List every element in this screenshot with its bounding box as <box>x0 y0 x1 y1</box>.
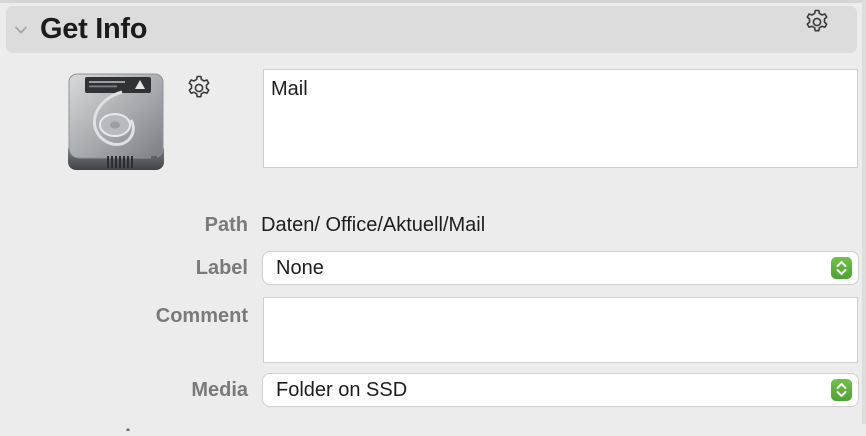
media-popup-value: Folder on SSD <box>276 379 408 401</box>
media-popup[interactable]: Folder on SSD <box>263 374 858 406</box>
comment-field[interactable] <box>263 297 858 363</box>
hard-drive-icon <box>63 68 169 174</box>
row-marker <box>124 418 132 432</box>
path-label: Path <box>204 214 248 236</box>
chevron-up-down-icon[interactable] <box>831 379 852 401</box>
label-label: Label <box>195 257 248 279</box>
label-popup-value: None <box>276 257 324 279</box>
panel-title: Get Info <box>40 13 148 45</box>
gear-icon[interactable] <box>802 7 832 37</box>
media-label: Media <box>191 379 248 401</box>
path-value: Daten/ Office/Aktuell/Mail <box>261 214 486 236</box>
comment-label: Comment <box>155 305 248 327</box>
chevron-up-down-icon[interactable] <box>831 257 852 279</box>
window-top-edge <box>0 0 866 3</box>
name-field[interactable]: Mail <box>263 69 858 168</box>
chevron-down-icon[interactable] <box>13 22 29 38</box>
scrollbar-track[interactable] <box>862 0 866 424</box>
label-popup[interactable]: None <box>263 252 858 284</box>
item-gear-icon[interactable] <box>184 73 214 103</box>
get-info-header[interactable]: Get Info <box>6 6 857 53</box>
